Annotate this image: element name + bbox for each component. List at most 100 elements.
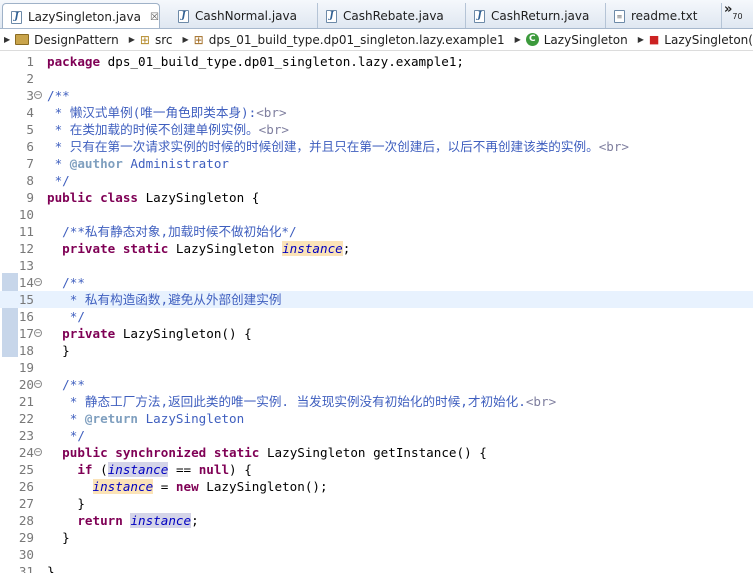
line-number: 21 bbox=[18, 394, 34, 409]
tab-cashreturn[interactable]: J CashReturn.java bbox=[466, 3, 606, 28]
code-text: instance = new LazySingleton(); bbox=[47, 478, 328, 495]
fold-toggle-icon[interactable]: − bbox=[34, 91, 42, 99]
breadcrumb: ▶ DesignPattern ▶ ⊞ src ▶ ⊞ dps_01_build… bbox=[0, 29, 753, 51]
code-line[interactable]: 16 */ bbox=[0, 308, 753, 325]
breadcrumb-src[interactable]: ⊞ src bbox=[140, 33, 173, 47]
code-token: ; bbox=[191, 513, 199, 528]
code-line[interactable]: 7 * @author Administrator bbox=[0, 155, 753, 172]
code-line[interactable]: 29 } bbox=[0, 529, 753, 546]
code-line[interactable]: 23 */ bbox=[0, 427, 753, 444]
fold-toggle-icon[interactable]: − bbox=[34, 448, 42, 456]
code-line[interactable]: 2 bbox=[0, 70, 753, 87]
breadcrumb-class[interactable]: C LazySingleton bbox=[525, 32, 628, 47]
line-number: 7 bbox=[26, 156, 34, 171]
breadcrumb-arrow-icon[interactable]: ▶ bbox=[638, 35, 644, 44]
code-line[interactable]: 15 * 私有构造函数,避免从外部创建实例 bbox=[0, 291, 753, 308]
code-line[interactable]: 10 bbox=[0, 206, 753, 223]
line-number: 8 bbox=[26, 173, 34, 188]
code-line[interactable]: 24− public synchronized static LazySingl… bbox=[0, 444, 753, 461]
code-token: @return bbox=[84, 411, 138, 426]
java-file-icon: J bbox=[11, 10, 22, 24]
text-file-icon: ≡ bbox=[614, 9, 625, 23]
line-number: 29 bbox=[18, 530, 34, 545]
code-text: private static LazySingleton instance; bbox=[47, 240, 350, 257]
code-token: * 静态工厂方法,返回此类的唯一实例. 当发现实例没有初始化的时候,才初始化. bbox=[62, 394, 526, 409]
code-line[interactable]: 8 */ bbox=[0, 172, 753, 189]
code-line[interactable]: 27 } bbox=[0, 495, 753, 512]
code-token: <br> bbox=[256, 105, 287, 120]
line-number: 27 bbox=[18, 496, 34, 511]
tab-readme[interactable]: ≡ readme.txt bbox=[606, 3, 722, 28]
code-token: /**私有静态对象,加载时候不做初始化*/ bbox=[62, 224, 297, 239]
code-token: == bbox=[168, 462, 199, 477]
code-line[interactable]: 3−/** bbox=[0, 87, 753, 104]
breadcrumb-label: LazySingleton bbox=[543, 32, 628, 47]
breadcrumb-package[interactable]: ⊞ dps_01_build_type.dp01_singleton.lazy.… bbox=[194, 33, 505, 47]
code-line[interactable]: 31} bbox=[0, 563, 753, 573]
tab-lazysingleton[interactable]: J LazySingleton.java ☒ bbox=[2, 3, 160, 28]
tab-cashnormal[interactable]: J CashNormal.java bbox=[170, 3, 318, 28]
code-text: * 只有在第一次请求实例的时候的时候创建，并且只在第一次创建后，以后不再创建该类… bbox=[47, 138, 629, 155]
code-line[interactable]: 17− private LazySingleton() { bbox=[0, 325, 753, 342]
line-number: 25 bbox=[18, 462, 34, 477]
code-line[interactable]: 22 * @return LazySingleton bbox=[0, 410, 753, 427]
code-token: private bbox=[62, 241, 116, 256]
breadcrumb-constructor[interactable]: ■ LazySingleton() bbox=[649, 33, 753, 47]
code-text: } bbox=[47, 563, 55, 573]
code-line[interactable]: 12 private static LazySingleton instance… bbox=[0, 240, 753, 257]
breadcrumb-arrow-icon[interactable]: ▶ bbox=[4, 35, 10, 44]
line-number: 26 bbox=[18, 479, 34, 494]
breadcrumb-arrow-icon[interactable]: ▶ bbox=[183, 35, 189, 44]
code-line[interactable]: 28 return instance; bbox=[0, 512, 753, 529]
code-token: ; bbox=[342, 241, 351, 256]
breadcrumb-project[interactable]: DesignPattern bbox=[15, 33, 119, 47]
tab-cashrebate[interactable]: J CashRebate.java bbox=[318, 3, 466, 28]
code-line[interactable]: 5 * 在类加载的时候不创建单例实例。<br> bbox=[0, 121, 753, 138]
code-text: */ bbox=[47, 172, 70, 189]
line-number: 5 bbox=[26, 122, 34, 137]
code-token: * 在类加载的时候不创建单例实例。 bbox=[47, 122, 259, 137]
code-text: * 静态工厂方法,返回此类的唯一实例. 当发现实例没有初始化的时候,才初始化.<… bbox=[47, 393, 556, 410]
line-number: 18 bbox=[18, 343, 34, 358]
tab-label: CashNormal.java bbox=[195, 9, 297, 23]
fold-toggle-icon[interactable]: − bbox=[34, 329, 42, 337]
code-line[interactable]: 30 bbox=[0, 546, 753, 563]
code-line[interactable]: 20− /** bbox=[0, 376, 753, 393]
code-line[interactable]: 25 if (instance == null) { bbox=[0, 461, 753, 478]
code-token: static bbox=[213, 445, 260, 460]
code-line[interactable]: 19 bbox=[0, 359, 753, 376]
code-text: * 在类加载的时候不创建单例实例。<br> bbox=[47, 121, 289, 138]
code-token: */ bbox=[47, 173, 70, 188]
code-line[interactable]: 6 * 只有在第一次请求实例的时候的时候创建，并且只在第一次创建后，以后不再创建… bbox=[0, 138, 753, 155]
code-text: } bbox=[47, 495, 85, 512]
code-line[interactable]: 11 /**私有静态对象,加载时候不做初始化*/ bbox=[0, 223, 753, 240]
code-line[interactable]: 4 * 懒汉式单例(唯一角色即类本身):<br> bbox=[0, 104, 753, 121]
breadcrumb-arrow-icon[interactable]: ▶ bbox=[515, 35, 521, 44]
breadcrumb-arrow-icon[interactable]: ▶ bbox=[129, 35, 135, 44]
code-line[interactable]: 18 } bbox=[0, 342, 753, 359]
code-line[interactable]: 26 instance = new LazySingleton(); bbox=[0, 478, 753, 495]
fold-toggle-icon[interactable]: − bbox=[34, 380, 42, 388]
java-file-icon: J bbox=[326, 9, 337, 23]
line-number: 22 bbox=[18, 411, 34, 426]
code-line[interactable]: 13 bbox=[0, 257, 753, 274]
line-number: 9 bbox=[26, 190, 34, 205]
close-icon[interactable]: ☒ bbox=[150, 12, 159, 23]
code-line[interactable]: 14− /** bbox=[0, 274, 753, 291]
code-editor[interactable]: 1 package dps_01_build_type.dp01_singleto… bbox=[0, 51, 753, 573]
line-number: 11 bbox=[18, 224, 34, 239]
code-token: /** bbox=[62, 377, 85, 392]
code-line[interactable]: 21 * 静态工厂方法,返回此类的唯一实例. 当发现实例没有初始化的时候,才初始… bbox=[0, 393, 753, 410]
breadcrumb-label: src bbox=[154, 32, 173, 47]
source-folder-icon: ⊞ bbox=[139, 32, 150, 47]
code-text: public class LazySingleton { bbox=[47, 189, 259, 206]
code-line[interactable]: 9 public class LazySingleton { bbox=[0, 189, 753, 206]
code-line[interactable]: 1 package dps_01_build_type.dp01_singleto… bbox=[0, 53, 753, 70]
tab-overflow-button[interactable]: »70 bbox=[724, 2, 743, 21]
fold-toggle-icon[interactable]: − bbox=[34, 278, 42, 286]
